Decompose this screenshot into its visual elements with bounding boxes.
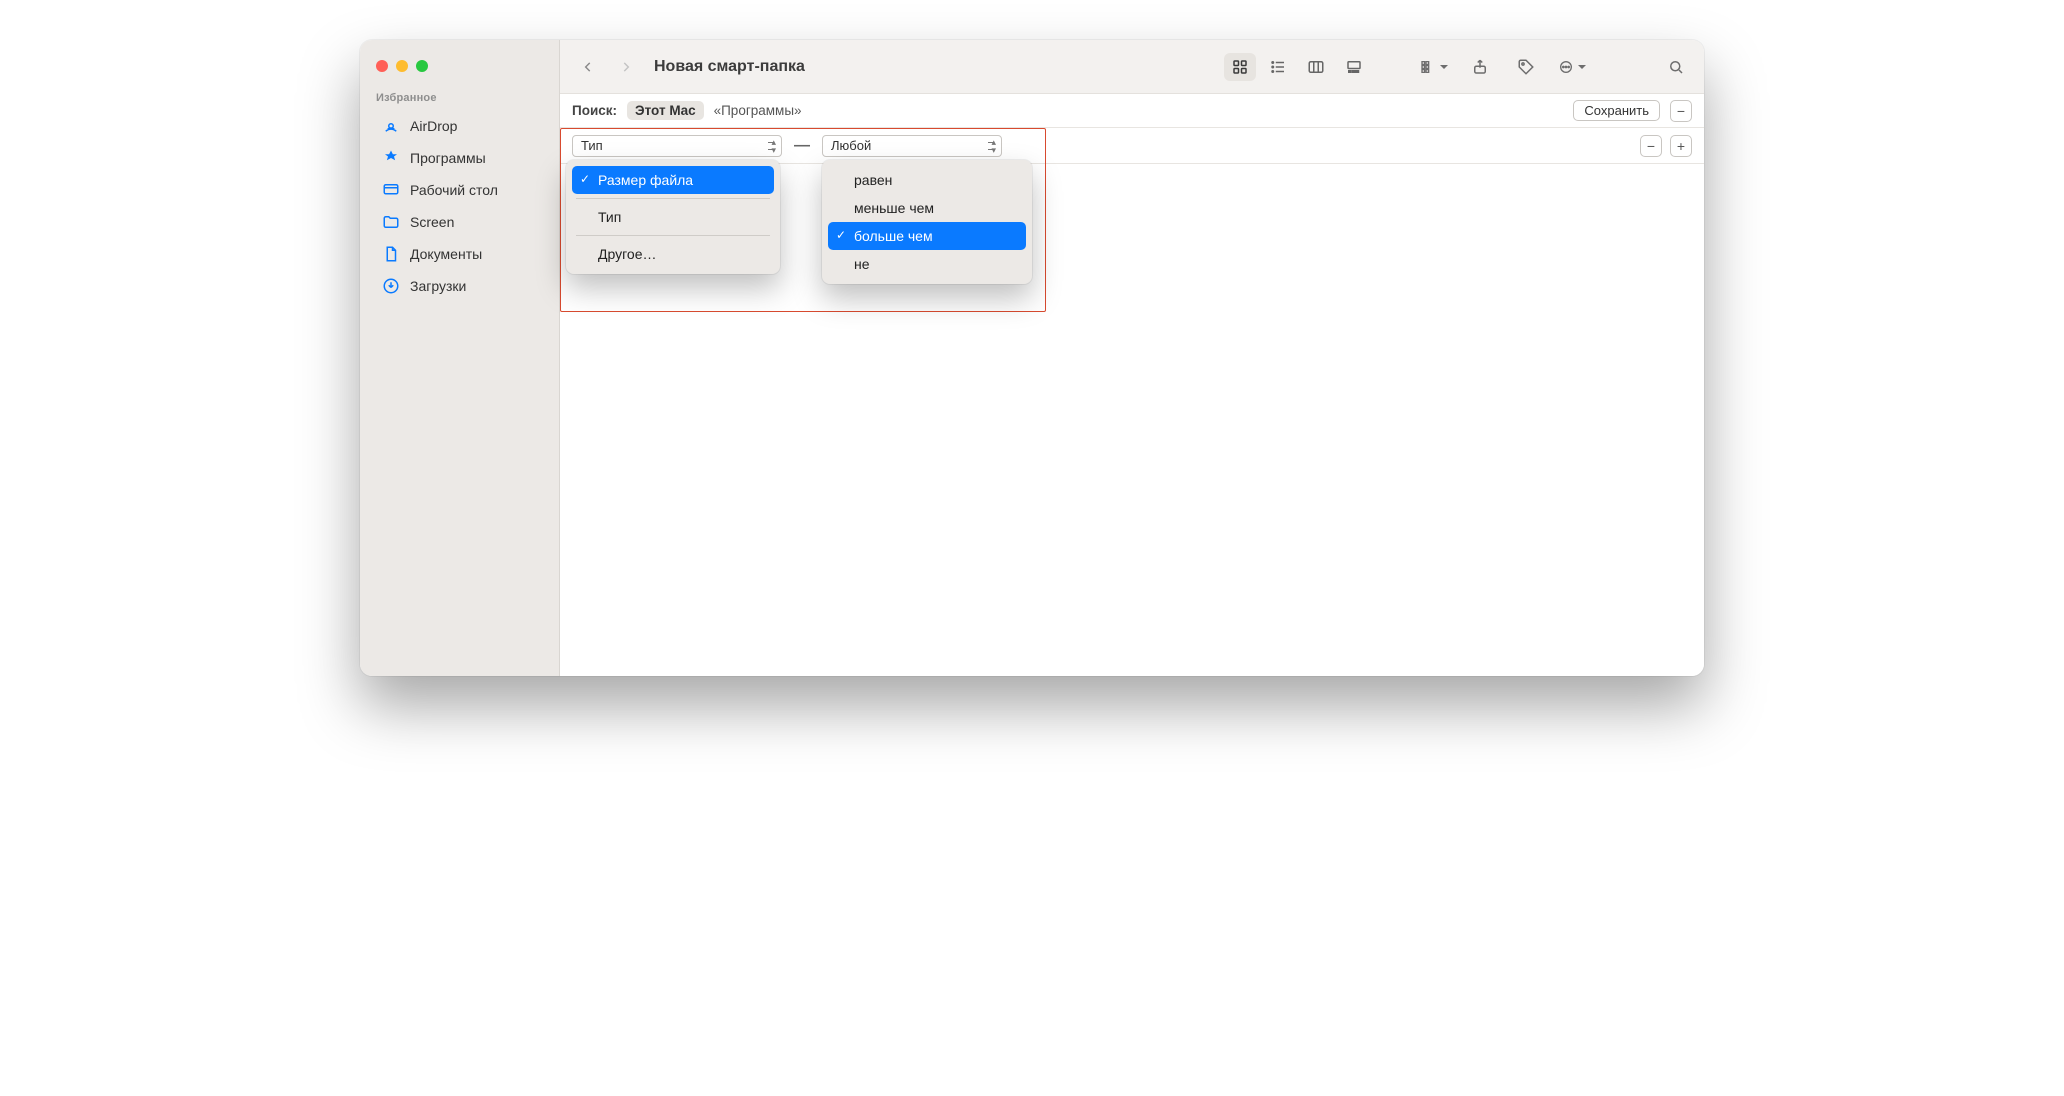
close-window-button[interactable] <box>376 60 388 72</box>
sidebar-item-airdrop[interactable]: AirDrop <box>366 111 553 141</box>
search-scope-bar: Поиск: Этот Mac «Программы» Сохранить − <box>560 94 1704 128</box>
documents-icon <box>382 245 400 263</box>
toolbar-actions <box>1420 53 1690 81</box>
operator-dropdown: равен меньше чем больше чем не <box>822 160 1032 284</box>
criteria-row: Тип ▴▾ — Любой ▴▾ − + <box>560 128 1704 164</box>
save-button[interactable]: Сохранить <box>1573 100 1660 121</box>
menu-item-file-size[interactable]: Размер файла <box>572 166 774 194</box>
criteria-attribute-combo[interactable]: Тип ▴▾ <box>572 135 782 157</box>
view-list-button[interactable] <box>1262 53 1294 81</box>
results-area: Размер файла Тип Другое… равен меньше че… <box>560 164 1704 676</box>
scope-this-mac[interactable]: Этот Mac <box>627 101 704 120</box>
group-by-button[interactable] <box>1420 53 1448 81</box>
updown-icon: ▴▾ <box>771 138 776 154</box>
window-title: Новая смарт-папка <box>654 58 805 76</box>
finder-window: Избранное AirDrop Программы Рабочий стол… <box>360 40 1704 676</box>
sidebar-section-title: Избранное <box>360 92 559 110</box>
criteria-value-combo[interactable]: Любой ▴▾ <box>822 135 1002 157</box>
applications-icon <box>382 149 400 167</box>
remove-criteria-button[interactable]: − <box>1640 135 1662 157</box>
menu-separator <box>576 198 770 199</box>
window-controls <box>360 54 559 92</box>
search-label: Поиск: <box>572 103 617 118</box>
sidebar-item-label: Рабочий стол <box>410 182 498 198</box>
sidebar-item-label: Screen <box>410 214 454 230</box>
menu-separator <box>576 235 770 236</box>
search-button[interactable] <box>1662 53 1690 81</box>
menu-item-type[interactable]: Тип <box>572 203 774 231</box>
menu-item-not[interactable]: не <box>828 250 1026 278</box>
sidebar-item-label: Документы <box>410 246 482 262</box>
scope-applications[interactable]: «Программы» <box>714 103 802 118</box>
view-columns-button[interactable] <box>1300 53 1332 81</box>
view-icons-button[interactable] <box>1224 53 1256 81</box>
main-area: Новая смарт-папка <box>560 40 1704 676</box>
criteria-value-value: Любой <box>831 138 871 153</box>
view-switcher <box>1224 53 1370 81</box>
sidebar: Избранное AirDrop Программы Рабочий стол… <box>360 40 560 676</box>
criteria-separator: — <box>794 137 810 155</box>
minimize-window-button[interactable] <box>396 60 408 72</box>
updown-icon: ▴▾ <box>991 138 996 154</box>
nav-back-button[interactable] <box>574 53 602 81</box>
titlebar: Новая смарт-папка <box>560 40 1704 94</box>
menu-item-other[interactable]: Другое… <box>572 240 774 268</box>
sidebar-item-desktop[interactable]: Рабочий стол <box>366 175 553 205</box>
menu-item-less-than[interactable]: меньше чем <box>828 194 1026 222</box>
zoom-window-button[interactable] <box>416 60 428 72</box>
nav-forward-button[interactable] <box>612 53 640 81</box>
actions-button[interactable] <box>1558 53 1586 81</box>
menu-item-equals[interactable]: равен <box>828 166 1026 194</box>
sidebar-item-label: AirDrop <box>410 118 457 134</box>
sidebar-item-applications[interactable]: Программы <box>366 143 553 173</box>
airdrop-icon <box>382 117 400 135</box>
downloads-icon <box>382 277 400 295</box>
share-button[interactable] <box>1466 53 1494 81</box>
sidebar-item-downloads[interactable]: Загрузки <box>366 271 553 301</box>
criteria-attribute-value: Тип <box>581 138 603 153</box>
menu-item-greater-than[interactable]: больше чем <box>828 222 1026 250</box>
sidebar-item-label: Загрузки <box>410 278 466 294</box>
folder-icon <box>382 213 400 231</box>
desktop-icon <box>382 181 400 199</box>
sidebar-item-documents[interactable]: Документы <box>366 239 553 269</box>
sidebar-item-screen[interactable]: Screen <box>366 207 553 237</box>
attribute-dropdown: Размер файла Тип Другое… <box>566 160 780 274</box>
sidebar-item-label: Программы <box>410 150 486 166</box>
tags-button[interactable] <box>1512 53 1540 81</box>
view-gallery-button[interactable] <box>1338 53 1370 81</box>
add-criteria-button[interactable]: + <box>1670 135 1692 157</box>
remove-search-button[interactable]: − <box>1670 100 1692 122</box>
